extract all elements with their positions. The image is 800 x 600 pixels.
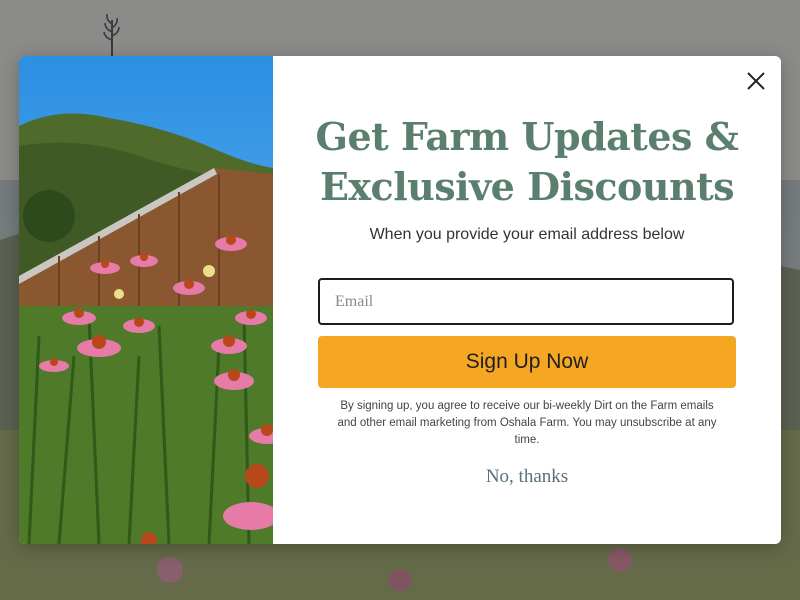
popup-subtitle: When you provide your email address belo… xyxy=(369,226,685,243)
sign-up-button[interactable]: Sign Up Now xyxy=(318,336,736,388)
no-thanks-link[interactable]: No, thanks xyxy=(427,466,627,488)
email-signup-popup: Get Farm Updates & Exclusive Discounts W… xyxy=(19,56,781,544)
consent-disclaimer: By signing up, you agree to receive our … xyxy=(337,400,717,446)
close-icon[interactable] xyxy=(745,70,767,92)
popup-form-panel: Get Farm Updates & Exclusive Discounts W… xyxy=(273,56,781,544)
email-field[interactable] xyxy=(318,278,734,325)
popup-title: Get Farm Updates & Exclusive Discounts xyxy=(315,114,739,209)
barn-and-coneflowers-photo xyxy=(19,56,273,544)
